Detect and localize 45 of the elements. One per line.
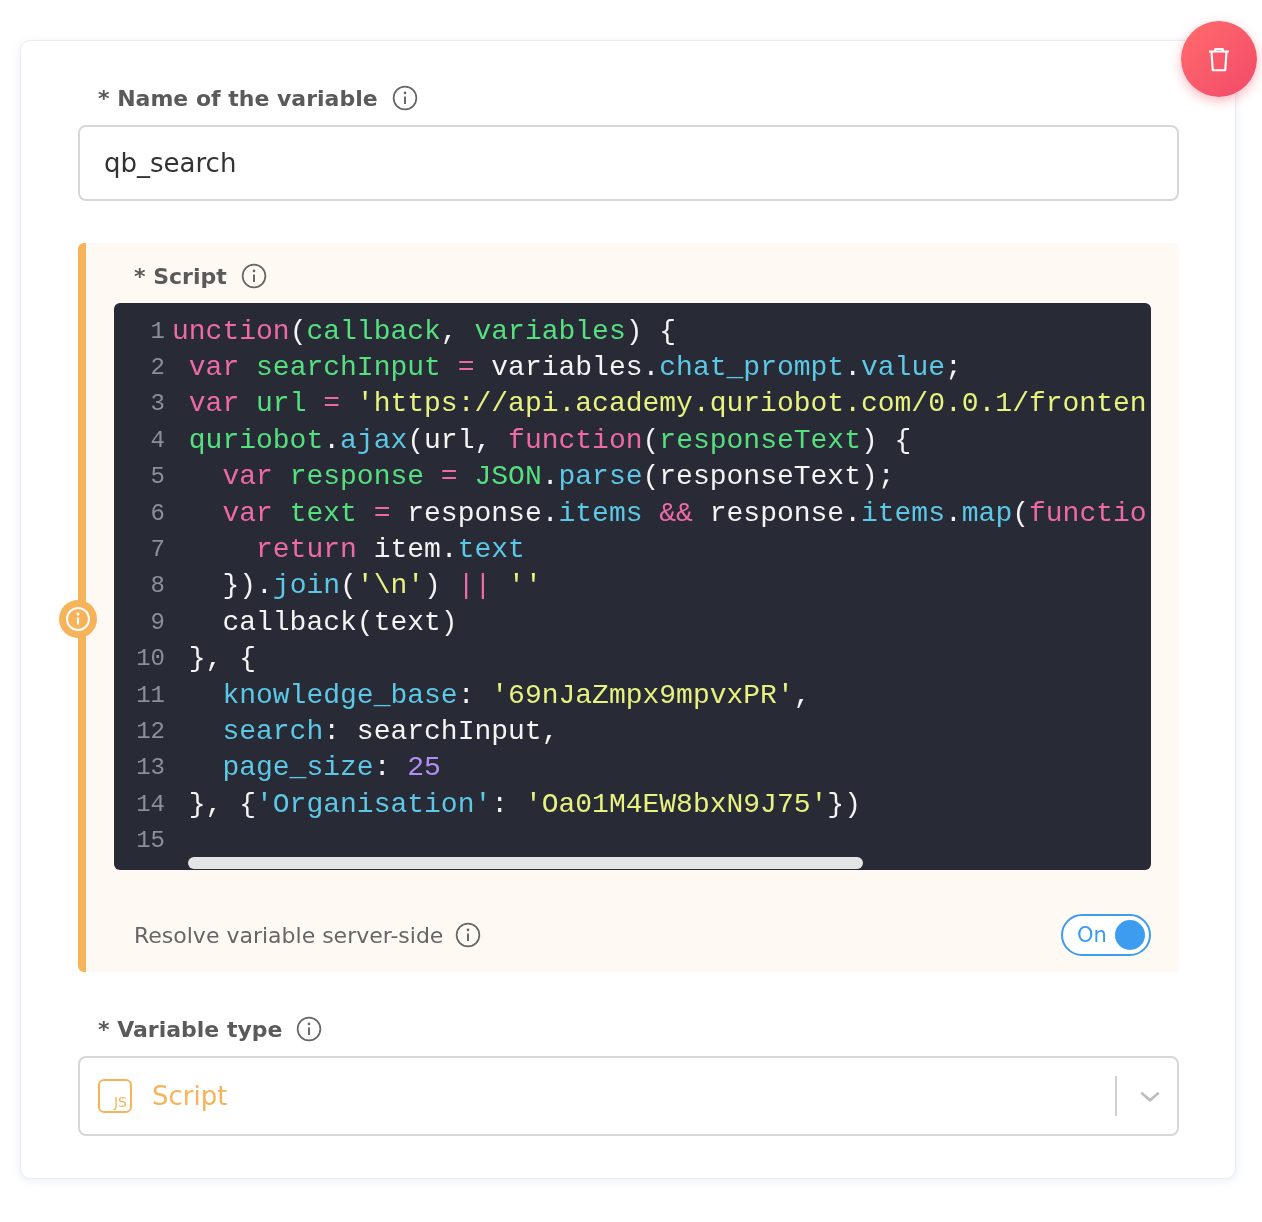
code-line: }, {'Organisation': 'Oa01M4EW8bxN9J75'}) <box>187 788 861 820</box>
info-icon[interactable] <box>391 85 418 111</box>
code-line: }).join('\n') || '' <box>221 570 542 602</box>
info-icon[interactable] <box>296 1016 323 1042</box>
code-line: knowledge_base: '69nJaZmpx9mpvxPR', <box>221 679 811 711</box>
code-line: var response = JSON.parse(responseText); <box>221 461 895 493</box>
line-number: 13 <box>135 754 166 782</box>
code-line: callback(text) <box>221 606 458 638</box>
line-number: 6 <box>149 499 166 527</box>
selected-value: Script <box>152 1081 229 1111</box>
info-icon[interactable] <box>240 263 267 289</box>
code-line: search: searchInput, <box>221 716 559 747</box>
code-line: var text = response.items && response.items.map(functio <box>221 497 1147 529</box>
code-line: page_size: 25 <box>221 752 441 784</box>
delete-button[interactable] <box>1181 21 1257 97</box>
line-number: 1 <box>149 317 166 345</box>
field-label: * Variable type <box>98 1016 283 1042</box>
line-number: 10 <box>135 645 166 673</box>
variable-type-dropdown[interactable]: JS Script <box>78 1056 1179 1136</box>
scrollbar-thumb[interactable] <box>188 857 863 869</box>
line-number: 3 <box>149 390 166 418</box>
setting-label: Resolve variable server-side <box>134 922 444 948</box>
toggle-switch[interactable]: On <box>1061 914 1151 956</box>
line-number: 11 <box>135 681 166 709</box>
line-number: 14 <box>135 790 166 818</box>
info-icon[interactable] <box>455 922 482 948</box>
code-editor[interactable] <box>114 303 1151 870</box>
variable-name-field[interactable]: qb_search <box>78 125 1179 201</box>
field-label: * Name of the variable <box>98 85 378 111</box>
line-number: 2 <box>149 354 166 382</box>
line-number: 5 <box>149 463 166 491</box>
js-file-icon: JS <box>98 1079 132 1113</box>
code-line: var searchInput = variables.chat_prompt.value; <box>187 352 962 384</box>
line-number: 4 <box>149 426 166 454</box>
code-line: quriobot.ajax(url, function(responseText) { <box>187 424 912 456</box>
line-number: 12 <box>135 718 166 745</box>
code-line: unction(callback, variables) { <box>172 315 677 347</box>
code-line: var url = 'https://api.academy.quriobot.com/0.0.1/fronten <box>187 388 1147 420</box>
line-number: 9 <box>149 608 166 636</box>
line-number: 15 <box>135 827 166 855</box>
line-number: 8 <box>149 572 166 600</box>
line-number: 7 <box>149 536 166 564</box>
field-label: * Script <box>134 263 227 289</box>
code-line: }, { <box>187 643 256 675</box>
code-line: return item.text <box>255 534 525 566</box>
